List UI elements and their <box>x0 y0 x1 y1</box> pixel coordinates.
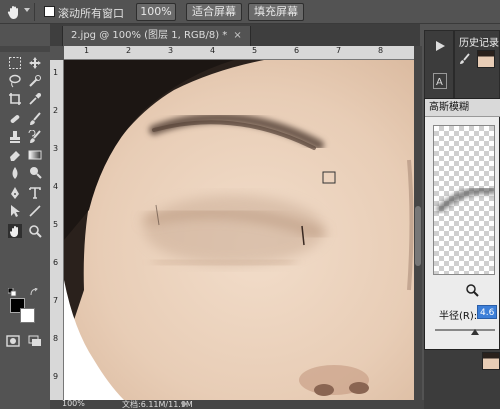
status-zoom[interactable]: 100% <box>62 399 85 408</box>
vertical-ruler: 1 2 3 4 5 6 7 8 9 <box>50 60 64 400</box>
quick-mask-icon[interactable] <box>6 334 20 348</box>
move-tool-icon[interactable] <box>28 56 42 70</box>
ruler-tick: 5 <box>252 46 258 55</box>
history-snapshot-thumbnail[interactable] <box>477 50 495 68</box>
quick-selection-tool-icon[interactable] <box>28 74 42 88</box>
radius-label: 半径(R): <box>439 311 478 322</box>
document-tab[interactable]: 2.jpg @ 100% (图层 1, RGB/8) * × <box>62 26 251 46</box>
swap-colors-icon[interactable] <box>30 288 39 297</box>
panel-dock: A <box>424 30 454 100</box>
scrollbar-thumb[interactable] <box>415 206 421 266</box>
blur-preview-image <box>435 186 494 214</box>
tools-panel <box>0 46 50 409</box>
ruler-tick: 5 <box>53 220 59 229</box>
dialog-title[interactable]: 高斯模糊 <box>425 99 500 117</box>
eyedropper-tool-icon[interactable] <box>28 92 42 106</box>
zoom-100-button[interactable]: 100% <box>136 3 176 21</box>
radius-input[interactable]: 4.6 <box>477 305 497 319</box>
scroll-all-windows-checkbox[interactable] <box>44 6 55 17</box>
ruler-tick: 3 <box>168 46 174 55</box>
marquee-tool-icon[interactable] <box>8 56 22 70</box>
svg-text:A: A <box>436 77 443 88</box>
hand-tool-icon[interactable] <box>6 4 22 20</box>
horizontal-ruler: 1 2 3 4 5 6 7 8 <box>64 46 414 60</box>
spot-healing-brush-icon[interactable] <box>8 112 22 126</box>
brush-tool-icon[interactable] <box>28 112 42 126</box>
ruler-tick: 7 <box>336 46 342 55</box>
eraser-tool-icon[interactable] <box>8 148 22 162</box>
canvas-scrollbar[interactable] <box>414 46 422 400</box>
close-icon[interactable]: × <box>233 30 241 41</box>
character-panel-icon[interactable]: A <box>433 73 447 89</box>
blur-tool-icon[interactable] <box>8 166 22 180</box>
dodge-tool-icon[interactable] <box>28 166 42 180</box>
fit-screen-button[interactable]: 适合屏幕 <box>186 3 242 21</box>
ruler-tick: 1 <box>53 68 59 77</box>
background-color-swatch[interactable] <box>20 308 35 323</box>
zoom-preview-icon[interactable] <box>465 283 479 297</box>
radius-slider-track[interactable] <box>435 329 495 331</box>
history-panel: 历史记录 <box>454 30 500 100</box>
line-tool-icon[interactable] <box>28 204 42 218</box>
status-menu-arrow-icon[interactable]: ▶ <box>182 399 188 408</box>
ruler-tick: 4 <box>210 46 216 55</box>
history-brush-source-icon[interactable] <box>459 53 471 65</box>
scroll-all-windows-label: 滚动所有窗口 <box>58 7 124 20</box>
gaussian-blur-dialog: 高斯模糊 半径(R): 4.6 <box>424 98 500 350</box>
tool-preset-chevron-down-icon[interactable] <box>24 8 30 12</box>
path-selection-tool-icon[interactable] <box>8 204 22 218</box>
zoom-tool-icon[interactable] <box>28 224 42 238</box>
type-tool-icon[interactable] <box>28 186 42 200</box>
pen-tool-icon[interactable] <box>8 186 22 200</box>
ruler-tick: 2 <box>53 106 59 115</box>
ruler-tick: 8 <box>53 334 59 343</box>
layer-thumbnail[interactable] <box>482 352 500 370</box>
layers-panel-area <box>424 350 500 409</box>
divider <box>34 3 35 21</box>
ruler-tick: 2 <box>126 46 132 55</box>
radius-slider-knob[interactable] <box>471 329 479 335</box>
blur-preview[interactable] <box>433 125 495 275</box>
ruler-tick: 3 <box>53 144 59 153</box>
ruler-tick: 7 <box>53 296 59 305</box>
crop-tool-icon[interactable] <box>8 92 22 106</box>
options-bar: 滚动所有窗口 100% 适合屏幕 填充屏幕 <box>0 0 500 24</box>
ruler-tick: 6 <box>53 258 59 267</box>
default-colors-icon[interactable] <box>8 288 17 297</box>
ruler-tick: 8 <box>378 46 384 55</box>
ruler-tick: 9 <box>53 372 59 381</box>
history-brush-tool-icon[interactable] <box>28 130 42 144</box>
hand-tool-active-icon[interactable] <box>8 224 22 238</box>
history-panel-title[interactable]: 历史记录 <box>459 34 499 49</box>
ruler-tick: 1 <box>84 46 90 55</box>
screen-mode-icon[interactable] <box>28 334 42 348</box>
document-tab-bar: 2.jpg @ 100% (图层 1, RGB/8) * × <box>50 24 420 46</box>
clone-stamp-tool-icon[interactable] <box>8 130 22 144</box>
ruler-tick: 6 <box>294 46 300 55</box>
ruler-tick: 4 <box>53 182 59 191</box>
lasso-tool-icon[interactable] <box>8 74 22 88</box>
document-canvas[interactable] <box>64 60 414 400</box>
play-action-icon[interactable] <box>433 39 447 53</box>
gradient-tool-icon[interactable] <box>28 148 42 162</box>
face-photo <box>64 60 414 400</box>
fill-screen-button[interactable]: 填充屏幕 <box>248 3 304 21</box>
document-tab-title: 2.jpg @ 100% (图层 1, RGB/8) * <box>71 30 228 41</box>
tools-panel-header <box>0 46 50 52</box>
